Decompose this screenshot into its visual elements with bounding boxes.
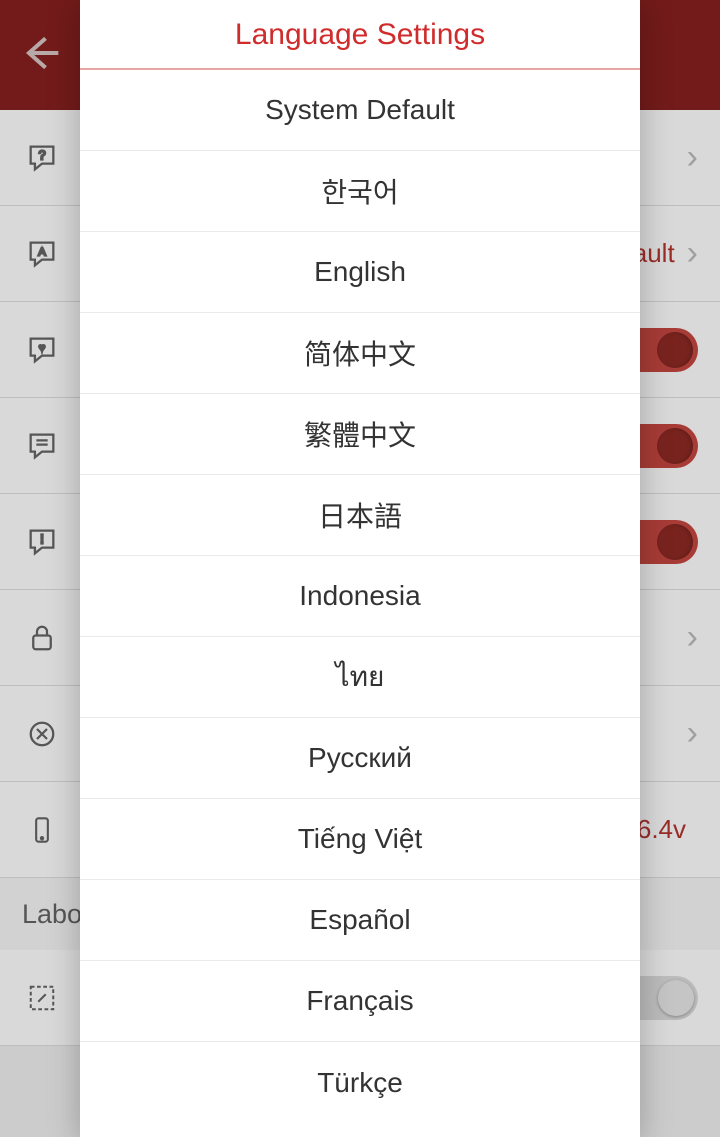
- language-option[interactable]: Français: [80, 961, 640, 1042]
- language-option[interactable]: 한국어: [80, 151, 640, 232]
- language-list: System Default 한국어 English 简体中文 繁體中文 日本語…: [80, 70, 640, 1137]
- language-option[interactable]: Русский: [80, 718, 640, 799]
- language-option[interactable]: Tiếng Việt: [80, 799, 640, 880]
- language-option[interactable]: English: [80, 232, 640, 313]
- language-settings-modal: Language Settings System Default 한국어 Eng…: [80, 0, 640, 1137]
- language-option[interactable]: Türkçe: [80, 1042, 640, 1123]
- language-option[interactable]: 简体中文: [80, 313, 640, 394]
- modal-title: Language Settings: [80, 0, 640, 70]
- language-option[interactable]: Indonesia: [80, 556, 640, 637]
- app-root: ? Intro › A Language Default › ♥ Push Fa…: [0, 0, 720, 1137]
- language-option[interactable]: 日本語: [80, 475, 640, 556]
- language-option[interactable]: ไทย: [80, 637, 640, 718]
- language-option[interactable]: 繁體中文: [80, 394, 640, 475]
- language-option[interactable]: System Default: [80, 70, 640, 151]
- language-option[interactable]: Español: [80, 880, 640, 961]
